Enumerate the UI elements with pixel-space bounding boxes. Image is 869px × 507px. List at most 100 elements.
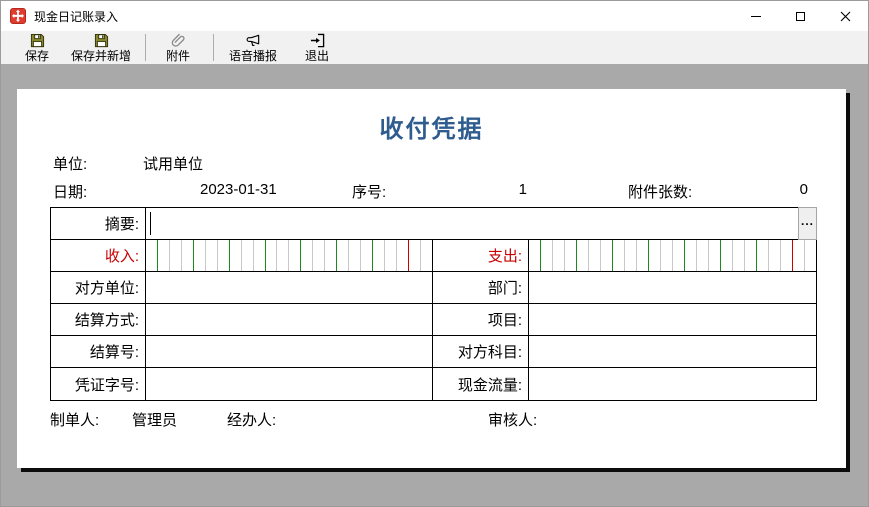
attachment-label: 附件 [165,49,190,63]
form-title: 收付凭据 [379,116,484,143]
department-label: 部门: [433,272,529,303]
detail-row: 结算方式: 项目: [51,304,816,336]
minimize-icon [750,15,761,17]
date-value[interactable]: 2023-01-31 [200,181,277,198]
settlement-method-input[interactable] [146,304,432,335]
amount-row: 收入: 支出: [51,240,816,272]
amount-digit-column [721,240,733,271]
amount-digit-column [553,240,565,271]
summary-cell: ... [146,207,817,240]
attachments-count-value[interactable]: 0 [757,181,808,198]
exit-button[interactable]: 退出 [293,33,341,62]
reviewer-label: 审核人: [488,412,538,429]
amount-digit-column [637,240,649,271]
amount-digit-column [158,240,170,271]
amount-digit-column [325,240,338,271]
voucher-number-input[interactable] [146,368,432,400]
window-controls [733,1,868,31]
preparer-value: 管理员 [132,412,178,429]
income-label: 收入: [51,240,146,271]
department-input[interactable] [529,272,816,303]
minimize-button[interactable] [733,1,778,31]
amount-digit-column [625,240,637,271]
text-cursor [150,212,151,235]
amount-digit-column [805,240,816,271]
toolbar: 保存 保存并新增 附件 语音播报 退出 [1,31,868,65]
amount-digit-column [709,240,721,271]
amount-digit-column [373,240,386,271]
attachment-button[interactable]: 附件 [153,33,203,62]
maximize-button[interactable] [778,1,823,31]
app-window: 现金日记账录入 保存 保存并新增 附件 语音播报 退出 收付凭据 单位: 试用单… [0,0,869,507]
amount-digit-column [697,240,709,271]
summary-row: 摘要: ... [51,207,817,240]
amount-digit-column [146,240,158,271]
project-cell [529,304,816,335]
cash-flow-cell [529,368,816,400]
unit-label: 单位: [53,156,88,173]
counterparty-account-input[interactable] [529,336,816,367]
unit-value: 试用单位 [143,156,204,173]
handler-label: 经办人: [227,412,277,429]
settlement-number-input[interactable] [146,336,432,367]
expense-label: 支出: [433,240,529,271]
close-button[interactable] [823,1,868,31]
amount-digit-column [733,240,745,271]
exit-arrow-icon [310,33,324,48]
serial-value[interactable]: 1 [507,181,527,198]
detail-row: 凭证字号: 现金流量: [51,368,816,400]
summary-more-button[interactable]: ... [798,207,817,240]
settlement-number-cell [146,336,433,367]
project-input[interactable] [529,304,816,335]
amount-digit-column [361,240,374,271]
amount-digit-column [769,240,781,271]
settlement-method-label: 结算方式: [51,304,146,335]
amount-digit-column [745,240,757,271]
exit-label: 退出 [304,49,329,63]
amount-digit-column [230,240,242,271]
amount-digit-column [577,240,589,271]
maximize-icon [796,11,805,21]
amount-digit-column [313,240,326,271]
window-title: 现金日记账录入 [34,9,119,24]
voucher-number-cell [146,368,433,400]
amount-digit-column [289,240,302,271]
toolbar-separator [145,34,146,61]
amount-digit-column [649,240,661,271]
amount-digit-column [565,240,577,271]
amount-digit-column [421,240,432,271]
date-label: 日期: [53,184,88,201]
amount-digit-column [194,240,206,271]
save-and-new-button[interactable]: 保存并新增 [61,33,141,62]
preparer-label: 制单人: [50,412,100,429]
save-label: 保存 [24,49,49,63]
voucher-paper: 收付凭据 单位: 试用单位 日期: 2023-01-31 序号: 1 附件张数:… [17,89,846,468]
cash-flow-input[interactable] [529,368,816,400]
settlement-number-label: 结算号: [51,336,146,367]
content-area: 收付凭据 单位: 试用单位 日期: 2023-01-31 序号: 1 附件张数:… [1,65,868,506]
toolbar-separator [213,34,214,61]
amount-digit-column [301,240,314,271]
amount-digit-column [601,240,613,271]
floppy-disk-icon [30,33,44,48]
close-icon [840,11,851,21]
expense-amount-cell[interactable] [529,240,816,271]
save-and-new-label: 保存并新增 [70,49,131,63]
amount-digit-column [661,240,673,271]
summary-label: 摘要: [51,208,146,239]
voice-broadcast-label: 语音播报 [228,49,277,63]
counterparty-unit-cell [146,272,433,303]
project-label: 项目: [433,304,529,335]
amount-digit-column [793,240,805,271]
voice-broadcast-button[interactable]: 语音播报 [221,33,285,62]
detail-row: 对方单位: 部门: [51,272,816,304]
save-button[interactable]: 保存 [13,33,61,62]
voucher-number-label: 凭证字号: [51,368,146,400]
income-amount-cell[interactable] [146,240,433,271]
title-bar[interactable]: 现金日记账录入 [1,1,868,31]
paperclip-icon [171,33,185,47]
amount-digit-column [781,240,793,271]
counterparty-unit-input[interactable] [146,272,432,303]
summary-input[interactable] [146,208,816,239]
amount-digit-column [541,240,553,271]
